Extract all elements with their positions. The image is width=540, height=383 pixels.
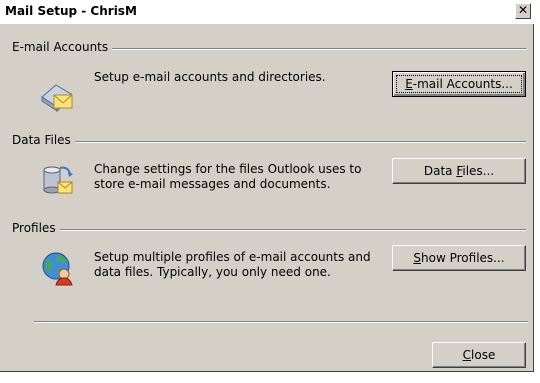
- show-profiles-button-label: Show Profiles...: [413, 251, 505, 265]
- profiles-group-line: [12, 229, 526, 231]
- email-accounts-icon: [41, 84, 73, 113]
- email-accounts-description: Setup e-mail accounts and directories.: [94, 70, 326, 84]
- mail-setup-dialog: Mail Setup - ChrisM ✕ E-mail Accounts Se…: [0, 0, 534, 372]
- profiles-icon: [42, 252, 73, 286]
- close-window-button[interactable]: ✕: [515, 3, 531, 19]
- email-accounts-button-label: E-mail Accounts...: [405, 77, 513, 91]
- email-accounts-group-label: E-mail Accounts: [12, 40, 113, 54]
- data-files-description: Change settings for the files Outlook us…: [94, 162, 362, 191]
- data-files-group-line: [12, 141, 526, 143]
- data-files-button[interactable]: Data Files...: [392, 158, 526, 184]
- profiles-description: Setup multiple profiles of e-mail accoun…: [94, 250, 371, 279]
- data-files-button-label: Data Files...: [423, 164, 495, 178]
- close-button[interactable]: Close: [432, 342, 526, 368]
- data-files-group-label: Data Files: [12, 133, 75, 147]
- data-files-icon: [43, 166, 73, 194]
- email-accounts-button[interactable]: E-mail Accounts...: [392, 71, 526, 97]
- profiles-group-label: Profiles: [12, 221, 60, 235]
- title-bar[interactable]: Mail Setup - ChrisM ✕: [0, 0, 534, 24]
- footer-separator: [34, 321, 528, 323]
- show-profiles-button[interactable]: Show Profiles...: [392, 245, 526, 271]
- close-icon: ✕: [517, 3, 529, 17]
- window-title: Mail Setup - ChrisM: [5, 4, 137, 18]
- close-button-label: Close: [462, 348, 496, 362]
